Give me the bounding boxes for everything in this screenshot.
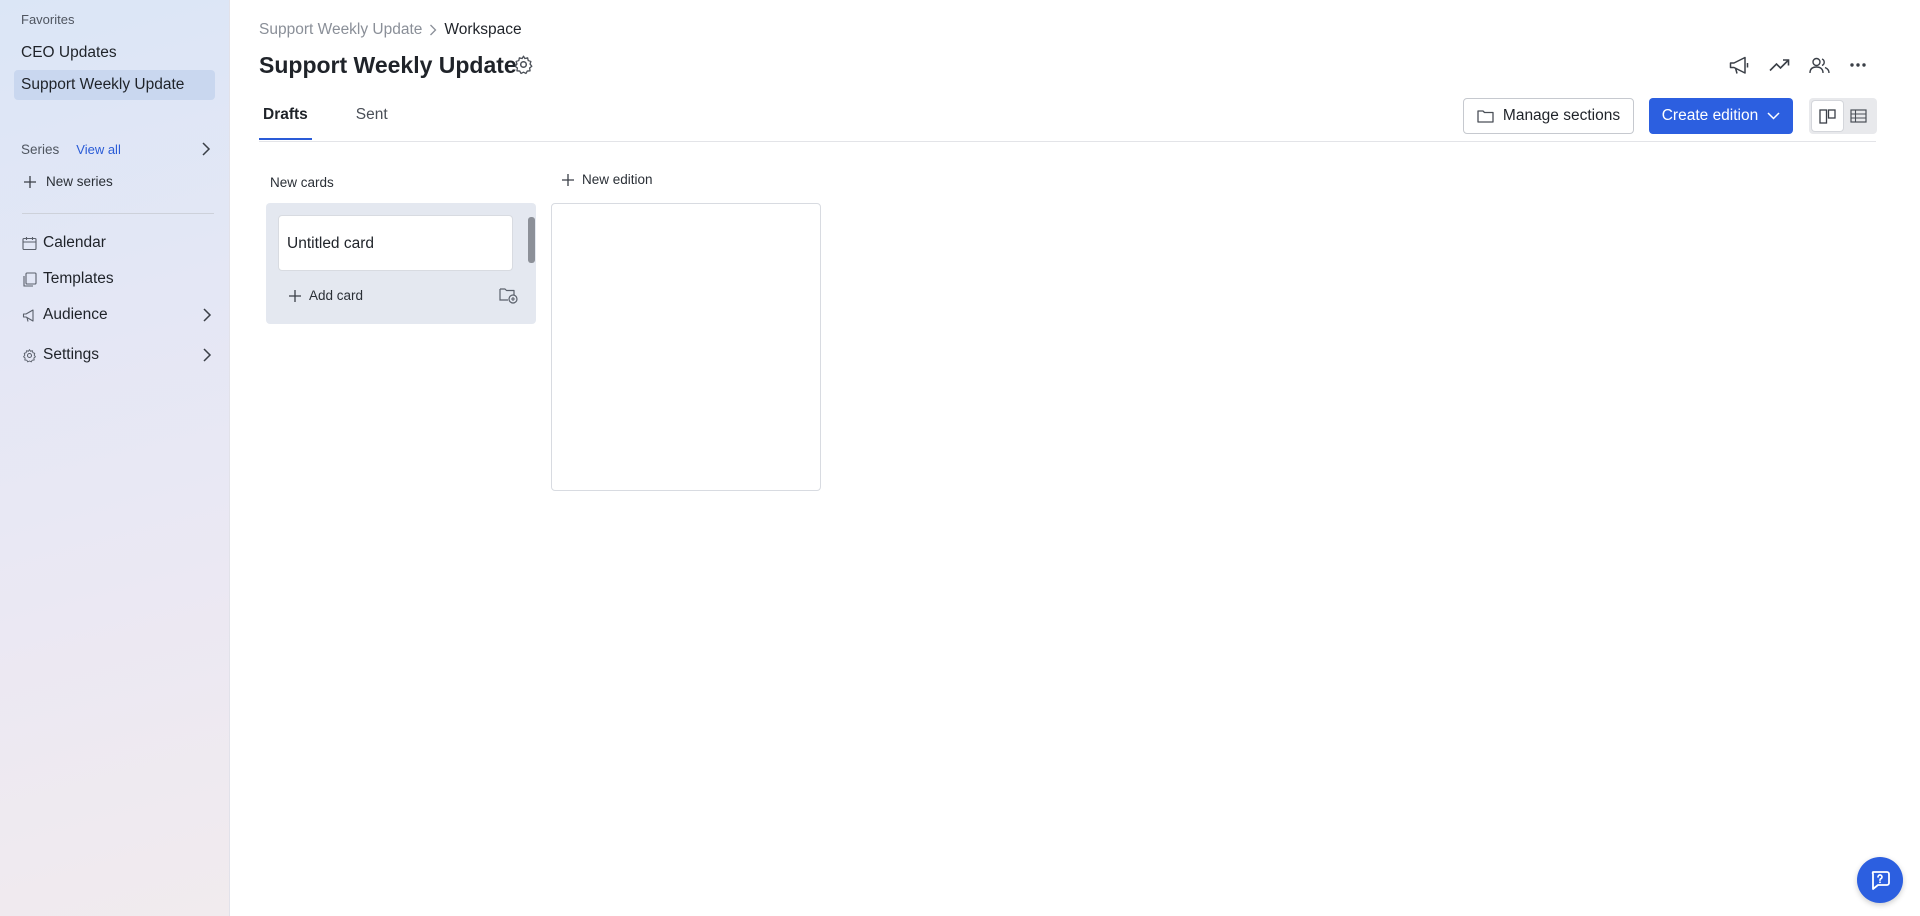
view-all-link[interactable]: View all [76, 142, 121, 157]
sidebar-item-settings[interactable]: Settings [22, 343, 212, 367]
gear-icon [22, 348, 37, 363]
sidebar-item-calendar[interactable]: Calendar [22, 231, 212, 255]
chevron-right-icon[interactable] [202, 348, 212, 362]
sidebar-item-label: Settings [43, 346, 100, 363]
plus-icon [288, 289, 309, 303]
series-label: Series [21, 141, 60, 157]
header-actions [0, 53, 1920, 77]
tab-sent[interactable]: Sent [352, 106, 392, 140]
sidebar-item-label: Calendar [43, 234, 106, 251]
new-cards-column: Untitled card Add card [266, 203, 536, 324]
megaphone-icon [22, 308, 37, 323]
folder-add-icon[interactable] [499, 287, 518, 304]
favorites-heading: Favorites [21, 12, 75, 27]
card[interactable]: Untitled card [278, 215, 513, 271]
breadcrumb-current: Workspace [444, 21, 522, 38]
board-view-button[interactable] [1812, 101, 1843, 131]
help-chat-button[interactable] [1857, 857, 1903, 903]
view-mode-toggle [1809, 98, 1877, 134]
new-edition-button[interactable]: New edition [561, 172, 653, 187]
card-title: Untitled card [287, 235, 375, 252]
people-icon[interactable] [1807, 53, 1831, 77]
chevron-right-icon [429, 24, 437, 36]
breadcrumb-parent-link[interactable]: Support Weekly Update [259, 21, 422, 39]
sidebar-item-audience[interactable]: Audience [22, 303, 212, 327]
sidebar-divider [22, 213, 214, 214]
trend-icon[interactable] [1767, 53, 1791, 77]
edition-column [551, 203, 821, 491]
create-edition-label: Create edition [1661, 107, 1759, 124]
board-view-icon [1819, 108, 1836, 124]
add-card-button[interactable]: Add card [288, 288, 363, 303]
chevron-right-icon[interactable] [202, 308, 212, 322]
new-cards-heading: New cards [270, 175, 334, 190]
manage-sections-label: Manage sections [1502, 107, 1621, 124]
series-row: Series View all [21, 139, 211, 159]
chevron-down-icon[interactable] [1758, 112, 1780, 120]
add-card-label: Add card [309, 288, 364, 303]
chevron-right-icon[interactable] [201, 142, 211, 156]
folder-icon [1477, 109, 1503, 123]
sidebar-item-label: Support Weekly Update [21, 76, 185, 93]
sidebar-item-templates[interactable]: Templates [22, 267, 212, 291]
table-view-icon [1850, 109, 1867, 123]
breadcrumb: Support Weekly Update Workspace [259, 21, 522, 39]
new-series-button[interactable]: New series [23, 174, 113, 189]
plus-icon [561, 173, 582, 187]
more-icon[interactable] [1846, 53, 1870, 77]
tab-bar: Drafts Sent [259, 106, 432, 140]
sidebar: Favorites CEO Updates Support Weekly Upd… [0, 0, 230, 916]
create-edition-button[interactable]: Create edition [1649, 98, 1793, 134]
sidebar-item-label: Audience [43, 306, 108, 323]
tab-drafts[interactable]: Drafts [259, 106, 312, 140]
calendar-icon [22, 236, 37, 251]
plus-icon [23, 175, 46, 189]
column-scrollbar[interactable] [528, 217, 535, 263]
chat-help-icon [1869, 869, 1891, 891]
new-series-label: New series [46, 174, 113, 189]
new-edition-label: New edition [582, 172, 653, 187]
sidebar-item-label: Templates [43, 270, 114, 287]
tabs-divider [259, 141, 1876, 142]
manage-sections-button[interactable]: Manage sections [1463, 98, 1634, 134]
table-view-button[interactable] [1843, 101, 1874, 131]
templates-icon [22, 271, 37, 287]
megaphone-icon[interactable] [1727, 53, 1751, 77]
